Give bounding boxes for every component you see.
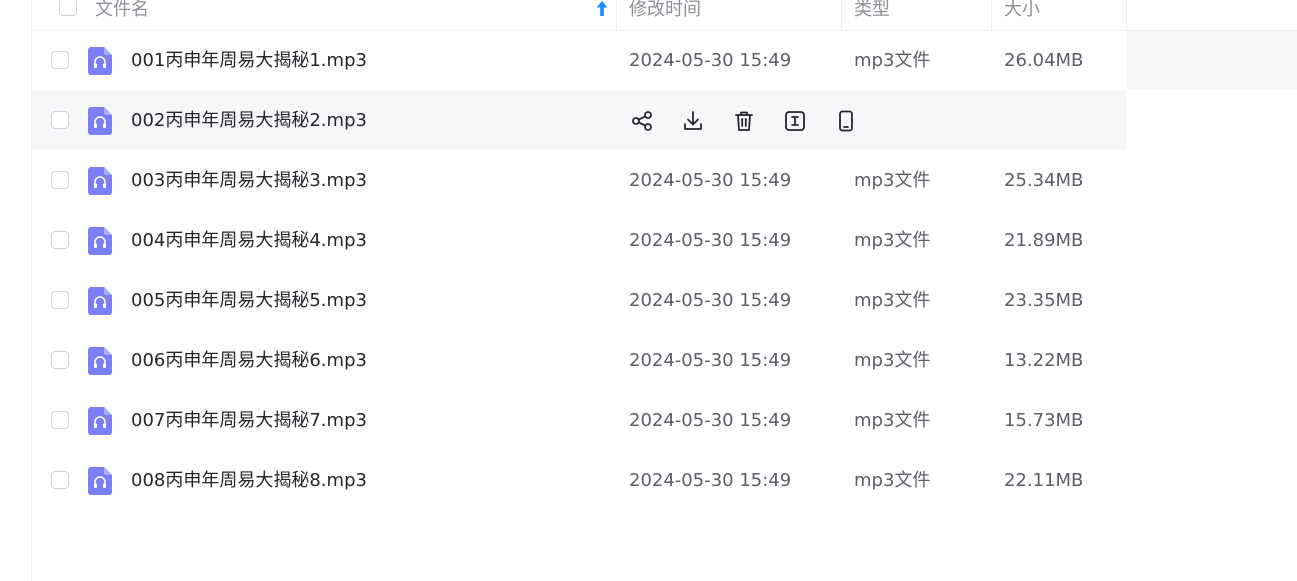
table-header: 文件名 修改时间 类型 大小 [32,0,1127,31]
file-modified-time: 2024-05-30 15:49 [629,50,792,71]
column-header-size[interactable]: 大小 [1004,0,1040,30]
column-divider [991,0,992,30]
audio-file-icon [88,47,112,75]
audio-file-icon [88,467,112,495]
file-size: 21.89MB [1004,230,1084,251]
file-modified-time: 2024-05-30 15:49 [629,230,792,251]
file-size: 26.04MB [1004,50,1084,71]
header-extension [1127,0,1297,31]
file-name[interactable]: 008丙申年周易大揭秘8.mp3 [131,451,367,511]
file-name[interactable]: 002丙申年周易大揭秘2.mp3 [131,91,367,151]
column-divider [1126,0,1127,30]
column-divider [616,0,617,30]
delete-icon[interactable] [731,108,757,134]
audio-file-icon [88,107,112,135]
file-name[interactable]: 005丙申年周易大揭秘5.mp3 [131,271,367,331]
column-header-type[interactable]: 类型 [854,0,890,30]
file-list-page: 文件名 修改时间 类型 大小 001丙申年周易大揭秘1.mp3 2024-05-… [0,0,1297,581]
audio-file-icon [88,347,112,375]
file-type: mp3文件 [854,350,931,371]
file-name[interactable]: 001丙申年周易大揭秘1.mp3 [131,31,367,91]
file-type: mp3文件 [854,50,931,71]
file-modified-time: 2024-05-30 15:49 [629,350,792,371]
row-checkbox[interactable] [51,111,69,129]
table-row[interactable]: 005丙申年周易大揭秘5.mp3 2024-05-30 15:49 mp3文件 … [32,271,1127,329]
row-checkbox[interactable] [51,411,69,429]
right-panel-strip [1127,31,1297,89]
file-type: mp3文件 [854,470,931,491]
table-row[interactable]: 002丙申年周易大揭秘2.mp3 [32,91,1127,149]
table-row[interactable]: 003丙申年周易大揭秘3.mp3 2024-05-30 15:49 mp3文件 … [32,151,1127,209]
column-header-time[interactable]: 修改时间 [629,0,701,30]
arrow-up-icon[interactable] [595,0,609,18]
audio-file-icon [88,167,112,195]
row-checkbox[interactable] [51,291,69,309]
file-name[interactable]: 007丙申年周易大揭秘7.mp3 [131,391,367,451]
file-name[interactable]: 006丙申年周易大揭秘6.mp3 [131,331,367,391]
file-name[interactable]: 003丙申年周易大揭秘3.mp3 [131,151,367,211]
file-modified-time: 2024-05-30 15:49 [629,470,792,491]
audio-file-icon [88,287,112,315]
file-size: 25.34MB [1004,170,1084,191]
column-header-name[interactable]: 文件名 [95,0,149,30]
row-checkbox[interactable] [51,171,69,189]
select-all-checkbox[interactable] [59,0,77,16]
file-modified-time: 2024-05-30 15:49 [629,170,792,191]
file-modified-time: 2024-05-30 15:49 [629,290,792,311]
download-icon[interactable] [680,108,706,134]
row-checkbox[interactable] [51,471,69,489]
file-type: mp3文件 [854,230,931,251]
row-checkbox[interactable] [51,51,69,69]
send-to-phone-icon[interactable] [833,108,859,134]
file-name[interactable]: 004丙申年周易大揭秘4.mp3 [131,211,367,271]
table-row[interactable]: 004丙申年周易大揭秘4.mp3 2024-05-30 15:49 mp3文件 … [32,211,1127,269]
file-type: mp3文件 [854,410,931,431]
file-size: 22.11MB [1004,470,1084,491]
table-row[interactable]: 007丙申年周易大揭秘7.mp3 2024-05-30 15:49 mp3文件 … [32,391,1127,449]
table-row[interactable]: 001丙申年周易大揭秘1.mp3 2024-05-30 15:49 mp3文件 … [32,31,1127,89]
row-checkbox[interactable] [51,231,69,249]
file-size: 13.22MB [1004,350,1084,371]
share-icon[interactable] [629,108,655,134]
file-type: mp3文件 [854,290,931,311]
table-row[interactable]: 008丙申年周易大揭秘8.mp3 2024-05-30 15:49 mp3文件 … [32,451,1127,509]
column-divider [841,0,842,30]
file-type: mp3文件 [854,170,931,191]
audio-file-icon [88,407,112,435]
row-checkbox[interactable] [51,351,69,369]
file-size: 23.35MB [1004,290,1084,311]
file-modified-time: 2024-05-30 15:49 [629,410,792,431]
table-row[interactable]: 006丙申年周易大揭秘6.mp3 2024-05-30 15:49 mp3文件 … [32,331,1127,389]
rename-icon[interactable] [782,108,808,134]
file-size: 15.73MB [1004,410,1084,431]
audio-file-icon [88,227,112,255]
